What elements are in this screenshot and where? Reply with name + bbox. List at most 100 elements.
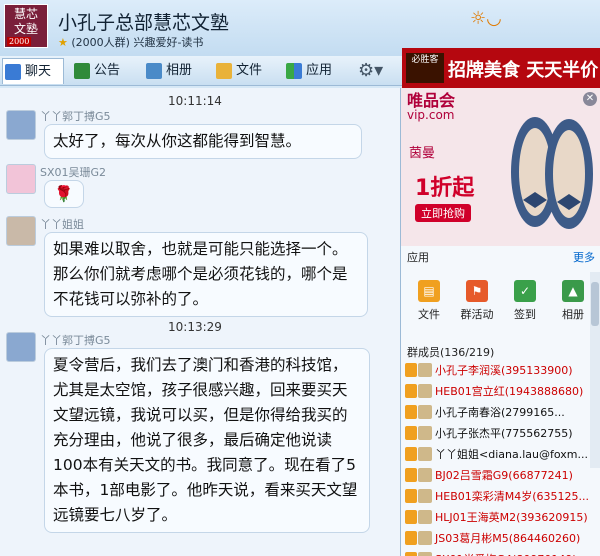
timestamp: 10:11:14	[168, 94, 222, 108]
member-row[interactable]: HEB01宫立红(1943888680)	[401, 381, 591, 402]
tab-chat-label: 聊天	[25, 64, 52, 79]
member-name: JS03葛月彬M5(864460260)	[435, 532, 581, 545]
tab-album-label: 相册	[166, 63, 193, 78]
avatar[interactable]	[6, 110, 36, 140]
member-avatar	[418, 552, 432, 556]
checkmark-icon: ✓	[514, 280, 536, 302]
folder-icon: ▤	[418, 280, 440, 302]
tab-announcement-label: 公告	[94, 63, 121, 78]
app-checkin-label: 签到	[514, 308, 536, 321]
member-list[interactable]: 小孔子李润溪(395133900) HEB01宫立红(1943888680) 小孔子…	[401, 360, 591, 556]
message-bubble: 夏令营后，我们去了澳门和香港的科技馆，尤其是太空馆，孩子很感兴趣，回来要买天文望…	[44, 348, 370, 533]
scrollbar[interactable]	[590, 272, 600, 468]
timestamp: 10:13:29	[168, 320, 222, 334]
member-row[interactable]: 小孔子张杰平(775562755)	[401, 423, 591, 444]
group-subtitle: ★ (2000人群) 兴趣爱好-读书	[58, 34, 203, 50]
member-row[interactable]: 小孔子李润溪(395133900)	[401, 360, 591, 381]
scroll-thumb[interactable]	[591, 282, 599, 326]
member-avatar	[418, 489, 432, 503]
member-row[interactable]: JS03葛月彬M5(864460260)	[401, 528, 591, 549]
folder-icon	[216, 63, 232, 79]
ad-top-text: 招牌美食 天天半价	[448, 60, 599, 81]
group-subtitle-text: (2000人群) 兴趣爱好-读书	[71, 36, 204, 49]
member-row[interactable]: 丫丫姐姐<diana.lau@foxm...	[401, 444, 591, 465]
message-bubble: 太好了，每次从你这都能得到智慧。	[44, 124, 362, 159]
member-row[interactable]: HLJ01王海英M2(393620915)	[401, 507, 591, 528]
landscape-icon: ▲	[562, 280, 584, 302]
tab-files-label: 文件	[236, 63, 263, 78]
member-name: HEB01宫立红(1943888680)	[435, 385, 584, 398]
logo-text-2: 文塾	[13, 22, 38, 36]
app-activity-label: 群活动	[460, 308, 494, 321]
members-header: 群成员(136/219)	[407, 346, 495, 359]
member-avatar	[418, 468, 432, 482]
member-level-icon	[405, 363, 417, 377]
tab-apps[interactable]: 应用	[284, 58, 332, 84]
member-name: 小孔子张杰平(775562755)	[435, 427, 573, 440]
member-level-icon	[405, 405, 417, 419]
sender-name[interactable]: 丫丫姐姐	[40, 216, 84, 232]
sender-name[interactable]: 丫丫郭丁搏G5	[40, 332, 111, 348]
member-name: 小孔子李润溪(395133900)	[435, 364, 573, 377]
app-files[interactable]: ▤ 文件	[405, 280, 453, 322]
top-banner-ad[interactable]: 必胜客 招牌美食 天天半价	[402, 48, 600, 88]
member-avatar	[418, 405, 432, 419]
tab-album[interactable]: 相册	[144, 58, 192, 84]
member-row[interactable]: BJ02吕雪霜G9(66877241)	[401, 465, 591, 486]
apps-header: 应用 更多	[401, 248, 600, 266]
album-icon	[146, 63, 162, 79]
logo-text-1: 慧芯	[13, 7, 38, 21]
close-ad-icon[interactable]: ✕	[583, 92, 597, 106]
member-level-icon	[405, 426, 417, 440]
apps-grid-icon	[286, 63, 302, 79]
member-level-icon	[405, 531, 417, 545]
settings-gear-icon[interactable]: ⚙▾	[354, 58, 383, 84]
rose-emoji: 🌹	[44, 180, 84, 208]
ad-domain: vip.com	[407, 108, 455, 122]
app-files-label: 文件	[418, 308, 440, 321]
weather-deco-icon: ☼◡	[470, 8, 502, 29]
member-row[interactable]: SX01肖爱梅G4(80970149)	[401, 549, 591, 556]
app-checkin[interactable]: ✓ 签到	[501, 280, 549, 322]
avatar[interactable]	[6, 164, 36, 194]
apps-label: 应用	[407, 251, 429, 264]
member-name: 小孔子南春浴(2799165...	[435, 406, 565, 419]
tab-files[interactable]: 文件	[214, 58, 262, 84]
member-row[interactable]: HEB01栾彩清M4岁(635125...	[401, 486, 591, 507]
avatar[interactable]	[6, 216, 36, 246]
chat-area[interactable]: 10:11:14 丫丫郭丁搏G5 太好了，每次从你这都能得到智慧。 SX01吴珊…	[0, 88, 400, 556]
chat-icon	[5, 64, 21, 80]
tab-announcement[interactable]: 公告	[72, 58, 120, 84]
tab-apps-label: 应用	[306, 63, 333, 78]
ad-brand: 唯品会	[407, 91, 456, 110]
member-avatar	[418, 447, 432, 461]
member-level-icon	[405, 468, 417, 482]
avatar[interactable]	[6, 332, 36, 362]
member-level-icon	[405, 510, 417, 524]
megaphone-icon	[74, 63, 90, 79]
flag-icon: ⚑	[466, 280, 488, 302]
group-logo[interactable]: 慧芯 文塾 2000	[4, 4, 48, 48]
ad-buy-button[interactable]: 立即抢购	[415, 204, 471, 222]
member-avatar	[418, 384, 432, 398]
apps-more-link[interactable]: 更多	[573, 249, 595, 265]
member-name: BJ02吕雪霜G9(66877241)	[435, 469, 573, 482]
ad-inman: 茵曼	[409, 146, 436, 161]
member-name: 丫丫姐姐<diana.lau@foxm...	[435, 448, 588, 461]
sender-name[interactable]: 丫丫郭丁搏G5	[40, 108, 111, 124]
message-bubble: 如果难以取舍，也就是可能只能选择一个。那么你们就考虑哪个是必须花钱的，哪个是不花…	[44, 232, 368, 317]
star-icon: ★	[58, 36, 68, 49]
ad-brand-seal: 必胜客	[406, 53, 444, 83]
member-name: HLJ01王海英M2(393620915)	[435, 511, 588, 524]
app-activity[interactable]: ⚑ 群活动	[453, 280, 501, 322]
member-avatar	[418, 531, 432, 545]
sender-name[interactable]: SX01吴珊G2	[40, 164, 106, 180]
group-name: 小孔子总部慧芯文塾	[58, 12, 230, 34]
shoe-image	[511, 117, 593, 229]
member-level-icon	[405, 489, 417, 503]
app-album-label: 相册	[562, 308, 584, 321]
side-banner-ad[interactable]: 唯品会 vip.com 茵曼 1折起 立即抢购 ✕	[401, 88, 600, 246]
logo-badge: 2000	[7, 37, 32, 46]
member-row[interactable]: 小孔子南春浴(2799165...	[401, 402, 591, 423]
tab-chat[interactable]: 聊天	[2, 58, 64, 84]
